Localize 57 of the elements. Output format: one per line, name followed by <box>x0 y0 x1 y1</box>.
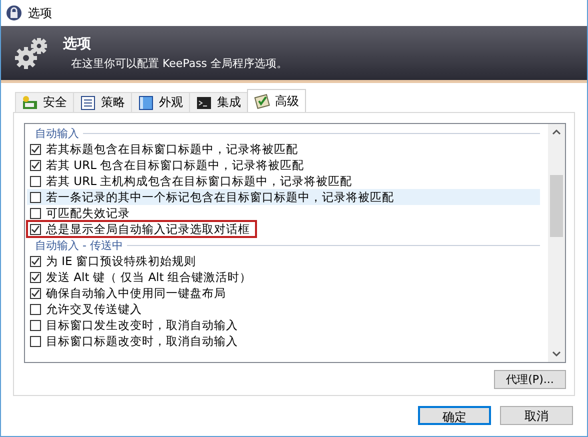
option-row[interactable]: 目标窗口发生改变时，取消自动输入 <box>27 317 540 333</box>
option-row[interactable]: 确保自动输入中使用同一键盘布局 <box>27 285 540 301</box>
tab[interactable]: 高级 <box>247 89 306 112</box>
lock-icon <box>6 5 22 21</box>
header-subtitle: 在这里你可以配置 KeePass 全局程序选项。 <box>70 56 288 71</box>
option-row[interactable]: 可匹配失效记录 <box>27 205 540 221</box>
option-row[interactable]: 为 IE 窗口预设特殊初始规则 <box>27 253 540 269</box>
highlighted-option-row[interactable]: 若一条记录的其中一个标记包含在目标窗口标题中，记录将被匹配 <box>27 189 540 205</box>
option-label: 若其标题包含在目标窗口标题中，记录将被匹配 <box>46 142 298 156</box>
checkbox[interactable] <box>30 208 41 218</box>
checklist-icon <box>254 93 270 109</box>
terminal-icon <box>196 94 212 110</box>
tab[interactable]: 策略 <box>73 92 132 112</box>
header-title: 选项 <box>63 35 92 53</box>
tab[interactable]: 集成 <box>189 92 248 112</box>
proxy-button[interactable]: 代理(P)... <box>494 370 566 389</box>
checkbox[interactable] <box>30 336 41 346</box>
option-label: 发送 Alt 键（ 仅当 Alt 组合键激活时） <box>46 270 252 284</box>
checkbox[interactable] <box>30 144 41 154</box>
checkbox[interactable] <box>30 192 41 202</box>
checkbox[interactable] <box>30 304 41 314</box>
checkbox[interactable] <box>30 256 41 266</box>
option-row[interactable]: 目标窗口标题改变时，取消自动输入 <box>27 333 540 349</box>
checkbox[interactable] <box>30 224 41 234</box>
option-label: 允许交叉传送键入 <box>46 302 142 316</box>
group-heading: 自动输入 - 传送中 <box>35 238 123 252</box>
option-label: 确保自动输入中使用同一键盘布局 <box>46 286 226 300</box>
scrollbar-thumb[interactable] <box>550 175 563 237</box>
list-icon <box>80 94 96 110</box>
checkbox[interactable] <box>30 320 41 330</box>
checkbox[interactable] <box>30 176 41 186</box>
checkbox[interactable] <box>30 272 41 282</box>
scrollbar[interactable] <box>548 124 565 362</box>
gears-icon <box>13 35 49 71</box>
dialog-button[interactable]: 取消 <box>500 406 573 425</box>
window-title: 选项 <box>28 4 52 22</box>
option-label: 若一条记录的其中一个标记包含在目标窗口标题中，记录将被匹配 <box>46 190 394 204</box>
option-label: 总是显示全局自动输入记录选取对话框 <box>46 222 250 236</box>
group-heading: 自动输入 <box>35 126 79 140</box>
tab[interactable]: 外观 <box>131 92 190 112</box>
option-label: 若其 URL 主机构成包含在目标窗口标题中，记录将被匹配 <box>46 174 352 188</box>
checkbox[interactable] <box>30 160 41 170</box>
tab[interactable]: 安全 <box>15 92 74 112</box>
option-label: 目标窗口发生改变时，取消自动输入 <box>46 318 238 332</box>
option-label: 为 IE 窗口预设特殊初始规则 <box>46 254 196 268</box>
option-label: 若其 URL 包含在目标窗口标题中，记录将被匹配 <box>46 158 304 172</box>
dialog-button[interactable]: 确定 <box>418 406 491 425</box>
option-label: 可匹配失效记录 <box>46 206 130 220</box>
option-row[interactable]: 若其 URL 主机构成包含在目标窗口标题中，记录将被匹配 <box>27 173 540 189</box>
window-icon <box>138 94 154 110</box>
option-label: 目标窗口标题改变时，取消自动输入 <box>46 334 238 348</box>
outlined-option-row[interactable]: 总是显示全局自动输入记录选取对话框 <box>27 221 256 237</box>
option-row[interactable]: 发送 Alt 键（ 仅当 Alt 组合键激活时） <box>27 269 540 285</box>
option-row[interactable]: 若其 URL 包含在目标窗口标题中，记录将被匹配 <box>27 157 540 173</box>
option-row[interactable]: 若其标题包含在目标窗口标题中，记录将被匹配 <box>27 141 540 157</box>
checkbox[interactable] <box>30 288 41 298</box>
option-row[interactable]: 允许交叉传送键入 <box>27 301 540 317</box>
